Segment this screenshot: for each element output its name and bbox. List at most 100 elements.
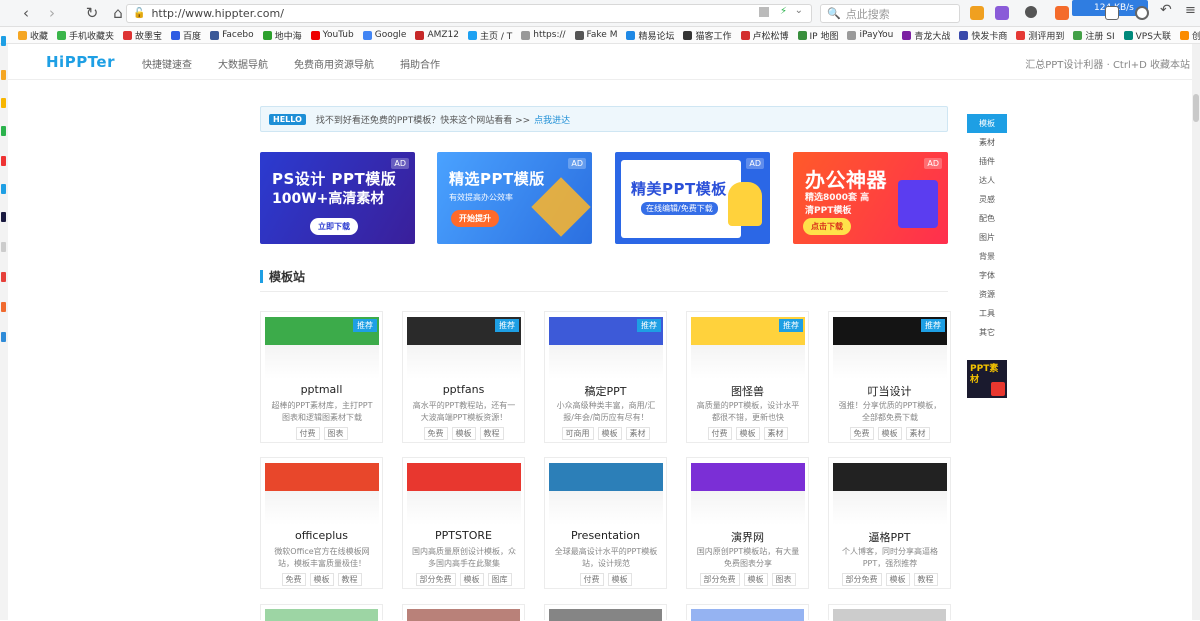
sidebar-app-icon[interactable] [1, 184, 6, 194]
bookmark-item[interactable]: 地中海 [262, 29, 302, 42]
undo-icon[interactable]: ↶ [1160, 2, 1174, 18]
bookmark-item[interactable]: 快发卡商 [959, 29, 1007, 42]
tag[interactable]: 教程 [479, 427, 504, 440]
site-name[interactable]: 图怪兽 [687, 383, 808, 399]
site-card[interactable]: 演界网 国内原创PPT模板站，有大量免费图表分享 部分免费 模板 图表 [686, 457, 809, 589]
site-name[interactable]: 稿定PPT [545, 383, 666, 399]
tag[interactable]: 免费 [281, 573, 306, 586]
banner-click-download-button[interactable]: 点击下载 [803, 218, 851, 235]
site-card[interactable]: PPTSTORE 国内高质量原创设计模板，众多国内高手在此聚集 部分免费 模板 图库 [402, 457, 525, 589]
bookmark-item[interactable]: Google [362, 30, 406, 40]
dropdown-icon[interactable]: ⌄ [795, 5, 803, 16]
extension-shield-icon[interactable] [970, 6, 984, 20]
site-thumbnail[interactable]: 推荐 [691, 317, 805, 379]
tag[interactable]: 模板 [885, 573, 910, 586]
notice-link[interactable]: 点我进达 [534, 113, 570, 126]
banner-fine-ppt[interactable]: AD 精美PPT模板 在线编辑/免费下载 [615, 152, 770, 244]
cut-icon[interactable] [1025, 6, 1037, 18]
bookmark-item[interactable]: 主页 / T [468, 29, 512, 42]
sidebar-category-item[interactable]: 灵感 [967, 190, 1007, 209]
bookmark-item[interactable]: 手机收藏夹 [57, 29, 114, 42]
tag[interactable]: 部分免费 [699, 573, 740, 586]
site-thumbnail[interactable] [549, 463, 663, 525]
bookmark-item[interactable]: 青龙大战 [902, 29, 950, 42]
site-name[interactable]: 逼格PPT [829, 529, 950, 545]
address-bar[interactable]: 🔓 http://www.hippter.com/ ⚡ ⌄ [126, 4, 812, 23]
nav-item-shortcuts[interactable]: 快捷键速查 [142, 56, 192, 71]
site-card[interactable]: 推荐 叮当设计 强推！分享优质的PPT模板，全部都免费下载 免费 模板 素材 [828, 311, 951, 443]
sidebar-category-item[interactable]: 图片 [967, 228, 1007, 247]
sidebar-category-item[interactable]: 工具 [967, 304, 1007, 323]
sidebar-category-item[interactable]: 插件 [967, 152, 1007, 171]
sidebar-category-item[interactable]: 其它 [967, 323, 1007, 342]
site-name[interactable]: PPTSTORE [403, 529, 524, 542]
site-thumbnail[interactable] [691, 463, 805, 525]
site-name[interactable]: pptmall [261, 383, 382, 396]
tag[interactable]: 模板 [735, 427, 760, 440]
bookmark-item[interactable]: YouTub [310, 30, 354, 40]
promo-ppt-material[interactable]: PPT素材 [967, 360, 1007, 398]
site-card[interactable]: 推荐 稿定PPT 小众高级种类丰富，商用/汇报/年会/简历应有尽有！ 可商用 模板 素材 [544, 311, 667, 443]
tag[interactable]: 免费 [849, 427, 874, 440]
tag[interactable]: 模板 [877, 427, 902, 440]
back-icon[interactable]: ‹ [13, 0, 39, 27]
tag[interactable]: 可商用 [561, 427, 594, 440]
bookmark-item[interactable]: 测评用到 [1016, 29, 1064, 42]
bookmark-item[interactable]: iPayYou [847, 30, 893, 40]
tag[interactable]: 图表 [323, 427, 348, 440]
tag[interactable]: 教程 [913, 573, 938, 586]
tag[interactable]: 模板 [743, 573, 768, 586]
tag[interactable]: 部分免费 [841, 573, 882, 586]
tag[interactable]: 图表 [771, 573, 796, 586]
sidebar-app-icon[interactable] [1, 302, 6, 312]
card-partial[interactable] [686, 604, 809, 621]
tag[interactable]: 图库 [487, 573, 512, 586]
bookmark-item[interactable]: 卢松松博 [740, 29, 789, 42]
reload-icon[interactable]: ↻ [79, 0, 105, 27]
tag[interactable]: 模板 [597, 427, 622, 440]
qr-icon[interactable] [759, 7, 769, 17]
sidebar-category-item[interactable]: 字体 [967, 266, 1007, 285]
bookmark-item[interactable]: 精易论坛 [626, 29, 674, 42]
site-card[interactable]: 推荐 pptmall 超棒的PPT素材库，主打PPT图表和逻辑图素材下载 付费 图表 [260, 311, 383, 443]
bookmark-item[interactable]: 创蓝论坛 [1179, 29, 1200, 42]
sidebar-category-item[interactable]: 素材 [967, 133, 1007, 152]
sidebar-app-icon[interactable] [1, 156, 6, 166]
tag[interactable]: 模板 [607, 573, 632, 586]
site-card[interactable]: 推荐 pptfans 高水平的PPT教程站，还有一大波高端PPT模板资源！ 免费 模板教… [402, 311, 525, 443]
card-partial[interactable] [544, 604, 667, 621]
site-card[interactable]: Presentation 全球最高设计水平的PPT模板站，设计规范 付费 模板 [544, 457, 667, 589]
tag[interactable]: 付费 [295, 427, 320, 440]
site-name[interactable]: pptfans [403, 383, 524, 396]
lightning-icon[interactable]: ⚡ [780, 6, 787, 17]
tag[interactable]: 教程 [337, 573, 362, 586]
site-card[interactable]: 推荐 图怪兽 高质量的PPT模板，设计水平都很不错，更新也快 付费 模板 素材 [686, 311, 809, 443]
site-name[interactable]: Presentation [545, 529, 666, 542]
site-thumbnail[interactable] [265, 463, 379, 525]
site-card[interactable]: 逼格PPT 个人博客，同时分享高逼格PPT，强烈推荐 部分免费 模板 教程 [828, 457, 951, 589]
tag[interactable]: 付费 [707, 427, 732, 440]
bookmark-item[interactable]: 收藏 [18, 29, 48, 42]
site-logo[interactable]: HiPPTer [46, 53, 115, 71]
tag[interactable]: 素材 [763, 427, 788, 440]
sidebar-app-icon[interactable] [1, 272, 6, 282]
site-card[interactable]: officeplus 微软Office官方在线模板网站，模板丰富质量极佳！ 免费 模板… [260, 457, 383, 589]
site-name[interactable]: 叮当设计 [829, 383, 950, 399]
site-name[interactable]: 演界网 [687, 529, 808, 545]
tag[interactable]: 模板 [309, 573, 334, 586]
sidebar-category-item[interactable]: 背景 [967, 247, 1007, 266]
tag[interactable]: 付费 [579, 573, 604, 586]
page-scrollbar[interactable] [1192, 44, 1200, 620]
search-box[interactable]: 🔍 点此搜索 [820, 4, 960, 23]
site-thumbnail[interactable]: 推荐 [407, 317, 521, 379]
site-thumbnail[interactable]: 推荐 [549, 317, 663, 379]
bookmark-item[interactable]: Fake M [574, 30, 617, 40]
banner-download-button[interactable]: 立即下载 [310, 218, 358, 235]
sidebar-app-icon[interactable] [1, 212, 6, 222]
site-thumbnail[interactable] [407, 463, 521, 525]
card-partial[interactable] [260, 604, 383, 621]
sidebar-app-icon[interactable] [1, 98, 6, 108]
banner-ppt-templates[interactable]: AD 精选PPT模版 有效提高办公效率 开始提升 [437, 152, 592, 244]
banner-office-tools[interactable]: AD 办公神器 精选8000套 高清PPT模板 点击下载 [793, 152, 948, 244]
extension-translate-icon[interactable] [995, 6, 1009, 20]
